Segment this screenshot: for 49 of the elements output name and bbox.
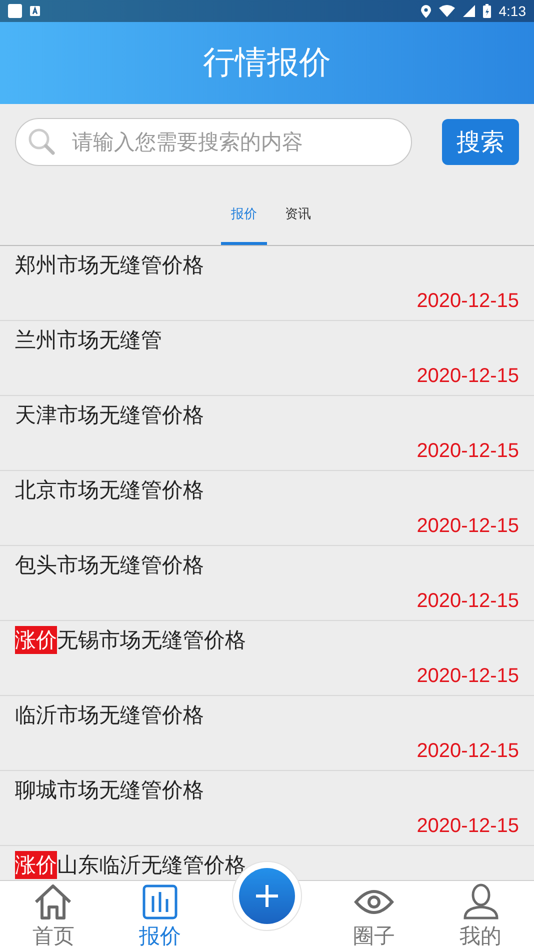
item-title: 无锡市场无缝管价格 xyxy=(57,627,246,654)
nav-tab[interactable]: 我的 xyxy=(427,881,534,950)
keyboard-icon xyxy=(30,6,40,16)
eye-icon xyxy=(354,888,394,914)
item-date: 2020-12-15 xyxy=(416,590,519,613)
list-item[interactable]: 涨价无锡市场无缝管价格 2020-12-15 xyxy=(0,621,534,696)
item-title: 北京市场无缝管价格 xyxy=(15,477,204,504)
notification-icon xyxy=(8,4,22,18)
price-up-tag: 涨价 xyxy=(15,626,57,654)
wifi-icon xyxy=(438,5,455,17)
item-date: 2020-12-15 xyxy=(416,515,519,538)
nav-tab[interactable]: 圈子 xyxy=(320,881,428,950)
list-item[interactable]: 天津市场无缝管价格 2020-12-15 xyxy=(0,396,534,471)
item-title: 临沂市场无缝管价格 xyxy=(15,702,204,729)
item-title: 兰州市场无缝管 xyxy=(15,327,162,354)
list-item[interactable]: 郑州市场无缝管价格 2020-12-15 xyxy=(0,246,534,321)
list-item[interactable]: 北京市场无缝管价格 2020-12-15 xyxy=(0,471,534,546)
signal-icon xyxy=(462,5,475,17)
home-icon xyxy=(33,882,74,920)
battery-icon xyxy=(482,4,491,18)
item-date: 2020-12-15 xyxy=(416,440,519,463)
page-title: 行情报价 xyxy=(203,42,331,83)
item-date: 2020-12-15 xyxy=(416,290,519,313)
tab[interactable]: 报价 xyxy=(221,186,267,245)
item-title: 包头市场无缝管价格 xyxy=(15,552,204,579)
nav-tab[interactable]: 报价 xyxy=(106,881,214,950)
item-date: 2020-12-15 xyxy=(416,740,519,763)
item-title: 聊城市场无缝管价格 xyxy=(15,777,204,804)
list-item[interactable]: 包头市场无缝管价格 2020-12-15 xyxy=(0,546,534,621)
item-title: 郑州市场无缝管价格 xyxy=(15,252,204,279)
list-item[interactable]: 临沂市场无缝管价格 2020-12-15 xyxy=(0,696,534,771)
status-time: 4:13 xyxy=(498,3,526,19)
item-title: 天津市场无缝管价格 xyxy=(15,402,204,429)
price-up-tag: 涨价 xyxy=(15,851,57,879)
search-field[interactable]: 请输入您需要搜索的内容 xyxy=(15,118,412,166)
item-title: 山东临沂无缝管价格 xyxy=(57,852,246,879)
person-icon xyxy=(462,882,500,920)
item-date: 2020-12-15 xyxy=(416,665,519,688)
list-item[interactable]: 聊城市场无缝管价格 2020-12-15 xyxy=(0,771,534,846)
tab[interactable]: 资讯 xyxy=(275,186,321,245)
nav-tab[interactable]: 首页 xyxy=(0,881,107,950)
location-icon xyxy=(420,4,431,18)
search-icon xyxy=(27,127,57,157)
plus-icon xyxy=(254,884,279,908)
search-button[interactable]: 搜索 xyxy=(442,119,519,165)
item-date: 2020-12-15 xyxy=(416,365,519,388)
bar-chart-icon xyxy=(142,884,178,920)
item-date: 2020-12-15 xyxy=(416,815,519,838)
list-item[interactable]: 兰州市场无缝管 2020-12-15 xyxy=(0,321,534,396)
